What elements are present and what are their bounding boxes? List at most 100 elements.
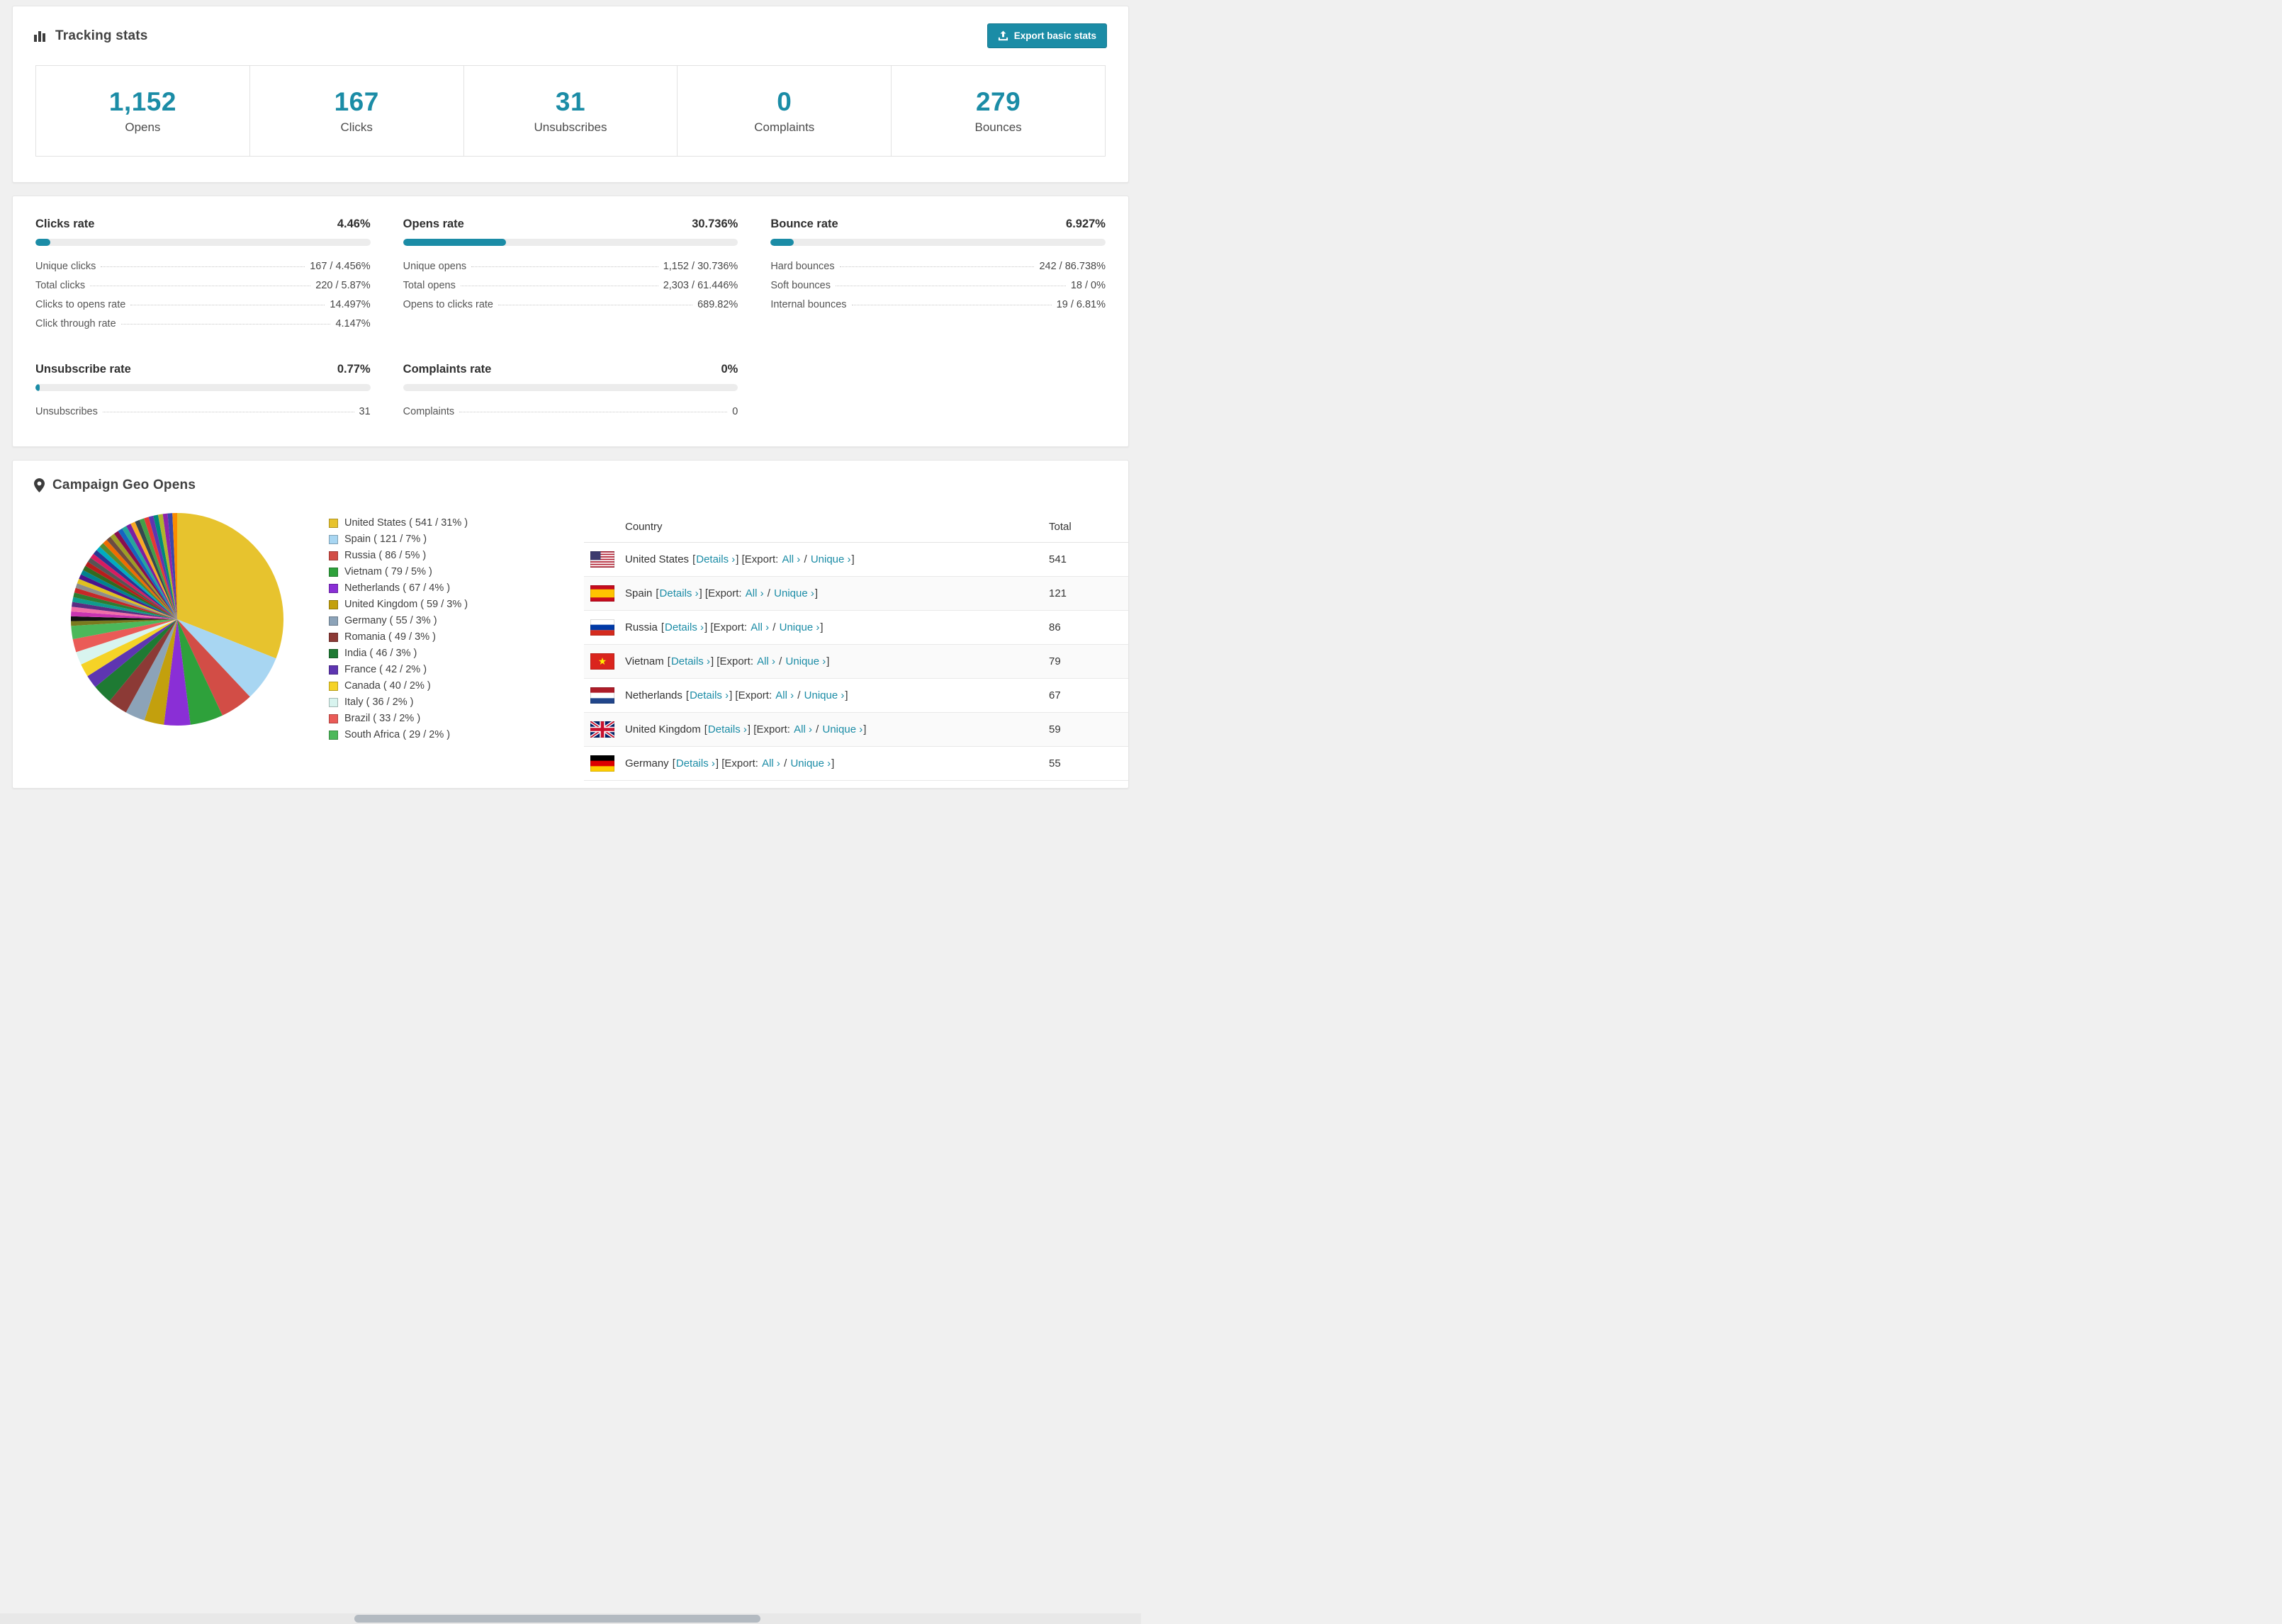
legend-item-russia: Russia ( 86 / 5% ) [329,550,549,561]
export-prefix: Export: [738,689,772,701]
legend-item-italy: Italy ( 36 / 2% ) [329,697,549,708]
export-prefix: Export: [756,723,790,735]
legend-label: Italy ( 36 / 2% ) [344,697,414,708]
legend-item-romania: Romania ( 49 / 3% ) [329,631,549,643]
stat-unsubscribes: 31 Unsubscribes [464,66,678,156]
stat-line-value: 242 / 86.738% [1039,260,1106,272]
export-all-link[interactable]: All › [782,553,800,565]
stat-line-value: 2,303 / 61.446% [663,279,738,291]
progress-fill [35,384,40,391]
country-name: Vietnam [625,655,664,667]
rate-opens-rate: Opens rate 30.736% Unique opens 1,152 / 30.… [403,218,738,333]
stat-opens: 1,152 Opens [36,66,250,156]
stat-label: Clicks [340,120,373,134]
rate-clicks-rate: Clicks rate 4.46% Unique clicks 167 / 4.456… [35,218,371,333]
export-unique-link[interactable]: Unique › [790,757,831,769]
stat-line-value: 14.497% [330,298,371,310]
stat-value: 167 [334,87,379,116]
export-all-link[interactable]: All › [775,689,794,701]
dotted-leader [839,266,1035,267]
export-prefix: Export: [708,587,742,599]
stat-line-label: Internal bounces [770,298,847,310]
legend-item-germany: Germany ( 55 / 3% ) [329,615,549,626]
export-unique-link[interactable]: Unique › [774,587,814,599]
country-total: 541 [1049,553,1067,565]
stat-line: Unique clicks 167 / 4.456% [35,256,371,276]
dotted-leader [471,266,658,267]
export-all-link[interactable]: All › [762,757,780,769]
legend-swatch [329,616,338,626]
details-link[interactable]: Details › [708,723,747,735]
details-link[interactable]: Details › [696,553,735,565]
legend-item-canada: Canada ( 40 / 2% ) [329,680,549,692]
legend-item-netherlands: Netherlands ( 67 / 4% ) [329,582,549,594]
country-total: 59 [1049,723,1061,735]
geo-table-row-united-kingdom: United Kingdom [Details ›] [Export: All ›… [584,713,1128,747]
stat-line-label: Click through rate [35,317,116,329]
export-all-link[interactable]: All › [746,587,764,599]
rate-value: 4.46% [337,218,371,230]
stat-line-label: Unique clicks [35,260,96,272]
geo-opens-header: Campaign Geo Opens [13,461,1128,509]
stat-label: Opens [125,120,161,134]
legend-swatch [329,518,338,528]
export-unique-link[interactable]: Unique › [786,655,826,667]
export-unique-link[interactable]: Unique › [780,621,820,633]
stat-complaints: 0 Complaints [678,66,892,156]
details-link[interactable]: Details › [665,621,704,633]
legend-label: United Kingdom ( 59 / 3% ) [344,599,468,610]
export-unique-link[interactable]: Unique › [804,689,845,701]
stat-line-label: Total clicks [35,279,86,291]
stat-line-value: 220 / 5.87% [315,279,371,291]
geo-opens-card: Campaign Geo Opens United States ( 541 /… [12,460,1129,789]
legend-swatch [329,714,338,723]
export-unique-link[interactable]: Unique › [823,723,863,735]
us-flag-icon [584,551,625,568]
country-total: 86 [1049,621,1061,633]
legend-swatch [329,665,338,675]
export-basic-stats-button[interactable]: Export basic stats [987,23,1107,48]
stat-value: 1,152 [108,87,176,116]
stat-label: Unsubscribes [534,120,607,134]
legend-label: Vietnam ( 79 / 5% ) [344,566,432,577]
progress-fill [770,239,794,246]
rates-card: Clicks rate 4.46% Unique clicks 167 / 4.456… [12,196,1129,447]
legend-label: Romania ( 49 / 3% ) [344,631,436,643]
rate-title: Unsubscribe rate [35,363,131,376]
progress-track [403,384,738,391]
export-all-link[interactable]: All › [757,655,775,667]
legend-item-south-africa: South Africa ( 29 / 2% ) [329,729,549,740]
map-pin-icon [34,478,45,492]
details-link[interactable]: Details › [671,655,710,667]
rate-title: Bounce rate [770,218,838,230]
geo-table: Country Total United States [Details ›] [Ex… [584,512,1128,781]
country-name: Germany [625,757,669,769]
stat-line-value: 31 [359,405,371,417]
rate-title: Opens rate [403,218,464,230]
export-all-link[interactable]: All › [751,621,769,633]
gb-flag-icon [584,721,625,738]
details-link[interactable]: Details › [690,689,729,701]
progress-track [35,384,371,391]
legend-label: Netherlands ( 67 / 4% ) [344,582,451,594]
horizontal-scrollbar-thumb[interactable] [354,1615,760,1623]
geo-pie-chart[interactable] [69,512,285,727]
legend-swatch [329,599,338,609]
geo-opens-title-wrap: Campaign Geo Opens [34,478,196,493]
export-unique-link[interactable]: Unique › [811,553,851,565]
country-total: 55 [1049,757,1061,769]
export-prefix: Export: [744,553,779,565]
stat-clicks: 167 Clicks [250,66,464,156]
export-all-link[interactable]: All › [794,723,812,735]
stat-line-value: 0 [732,405,738,417]
geo-legend: United States ( 541 / 31% ) Spain ( 121 /… [329,512,549,745]
stat-line-value: 167 / 4.456% [310,260,371,272]
progress-track [770,239,1106,246]
nl-flag-icon [584,687,625,704]
legend-swatch [329,681,338,691]
rate-value: 30.736% [692,218,738,230]
details-link[interactable]: Details › [676,757,715,769]
details-link[interactable]: Details › [660,587,699,599]
geo-pie-wrap [69,512,285,731]
legend-item-spain: Spain ( 121 / 7% ) [329,534,549,545]
